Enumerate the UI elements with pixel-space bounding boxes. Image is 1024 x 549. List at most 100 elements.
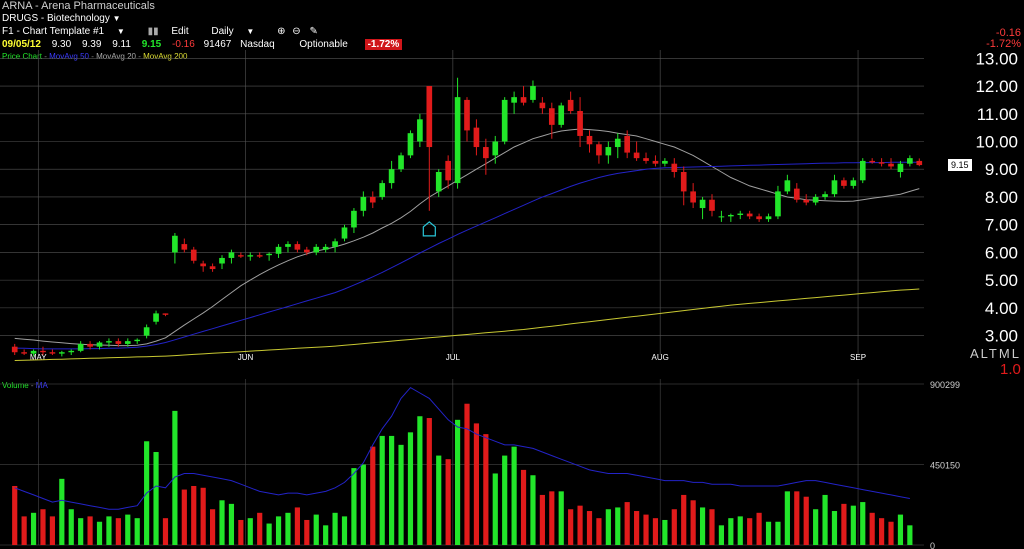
candle-body	[530, 86, 536, 100]
candle-body	[586, 135, 593, 145]
volume-bar	[869, 512, 875, 545]
volume-tick-label: 900299	[930, 380, 960, 390]
draw-tool-icon[interactable]: ✎	[309, 26, 317, 37]
candle-body	[680, 172, 687, 192]
candle-body	[181, 244, 188, 250]
volume-bar	[690, 500, 696, 545]
price-chart[interactable]: 3.00 4.00 5.00 6.00 7.00 8.00 9.00 10.00 11.00 12…	[0, 50, 1024, 370]
y-tick-label: 7.00	[985, 216, 1018, 235]
volume-bar	[12, 485, 18, 545]
volume-bar	[454, 419, 461, 545]
quote-high: 9.39	[81, 39, 102, 50]
candle-body	[897, 163, 904, 172]
volume-bar	[125, 514, 131, 545]
moving-average-line	[14, 128, 920, 347]
volume-bar	[30, 512, 37, 545]
candle-body	[124, 341, 131, 344]
candle-body	[435, 172, 442, 192]
zoom-out-icon[interactable]: ⊖	[292, 26, 300, 37]
candle-body	[369, 196, 376, 203]
volume-bar	[370, 446, 376, 545]
industry-group[interactable]: DRUGS - Biotechnology ▼	[2, 13, 121, 24]
volume-bar	[549, 491, 555, 545]
quote-exchange: Nasdaq	[240, 39, 275, 50]
volume-bar	[266, 523, 272, 545]
candle-body	[398, 155, 404, 170]
candle-body	[30, 350, 37, 354]
volume-bar	[699, 507, 706, 545]
volume-bar	[351, 468, 357, 545]
volume-chart[interactable]: 900299 450150 0	[0, 379, 1024, 549]
volume-bar	[398, 444, 404, 545]
quote-line: 09/05/12 9.30 9.39 9.11 9.15 -0.16 91467…	[2, 39, 403, 50]
candle-body	[784, 180, 791, 192]
volume-bar	[652, 518, 659, 545]
volume-bar	[200, 487, 206, 545]
volume-bar	[643, 514, 649, 545]
volume-bar	[860, 502, 866, 545]
volume-bar	[520, 469, 527, 545]
candle-body	[87, 343, 93, 347]
quote-date: 09/05/12	[2, 39, 41, 50]
altml-label[interactable]: ALTML	[970, 346, 1021, 361]
candle-body	[153, 313, 159, 322]
volume-bar	[436, 455, 442, 545]
volume-tick-label: 450150	[930, 460, 960, 470]
volume-bar	[539, 494, 545, 545]
period-selector[interactable]: Daily ▼	[211, 26, 264, 37]
volume-bar	[822, 494, 828, 545]
volume-bar	[238, 519, 244, 545]
edit-button[interactable]: ▮▮ Edit	[148, 26, 199, 37]
candle-body	[115, 341, 122, 344]
bar-chart-icon: ▮▮	[147, 26, 159, 37]
quote-change: -0.16	[171, 39, 195, 50]
candle-body	[728, 214, 734, 217]
volume-bar	[718, 525, 725, 545]
template-selector[interactable]: F1 - Chart Template #1 ▼	[2, 26, 135, 37]
candle-body	[501, 99, 508, 142]
volume-bar	[87, 516, 93, 545]
volume-bar	[332, 512, 338, 545]
volume-bar	[784, 491, 790, 545]
y-tick-label: 10.00	[975, 133, 1018, 152]
volume-bar	[558, 491, 564, 545]
moving-average-line	[14, 288, 920, 361]
volume-bar	[624, 502, 630, 545]
candle-body	[106, 341, 112, 343]
volume-bar	[257, 512, 263, 545]
candle-body	[756, 216, 762, 220]
candle-body	[539, 102, 546, 109]
volume-bar	[511, 446, 517, 545]
candle-body	[313, 246, 320, 253]
zoom-in-icon[interactable]: ⊕	[277, 26, 285, 37]
volume-bar	[275, 516, 282, 545]
candle-body	[426, 86, 433, 148]
volume-bar	[662, 519, 668, 545]
candle-body	[633, 152, 640, 159]
candle-body	[850, 180, 857, 186]
volume-tick-label: 0	[930, 541, 935, 549]
volume-bar	[219, 500, 225, 545]
volume-bar	[313, 514, 319, 545]
candle-body	[49, 352, 56, 354]
volume-bar	[568, 509, 574, 545]
quote-pct-badge: -1.72%	[364, 39, 403, 50]
volume-bar	[360, 464, 366, 545]
candle-body	[228, 252, 235, 258]
volume-bar	[323, 525, 329, 545]
symbol-title: ARNA - Arena Pharmaceuticals	[2, 0, 155, 12]
candle-body	[709, 199, 715, 211]
volume-bar	[68, 509, 74, 545]
volume-bar	[96, 521, 103, 545]
volume-bar	[21, 516, 27, 545]
volume-bar	[417, 416, 423, 545]
quote-close: 9.15	[141, 39, 162, 50]
volume-bar	[765, 521, 772, 545]
candle-body	[21, 352, 27, 354]
volume-bar	[181, 489, 187, 545]
candle-body	[614, 138, 621, 148]
candle-body	[209, 266, 216, 270]
volume-bar	[671, 509, 677, 545]
volume-bar	[389, 435, 395, 545]
candle-body	[718, 216, 725, 218]
